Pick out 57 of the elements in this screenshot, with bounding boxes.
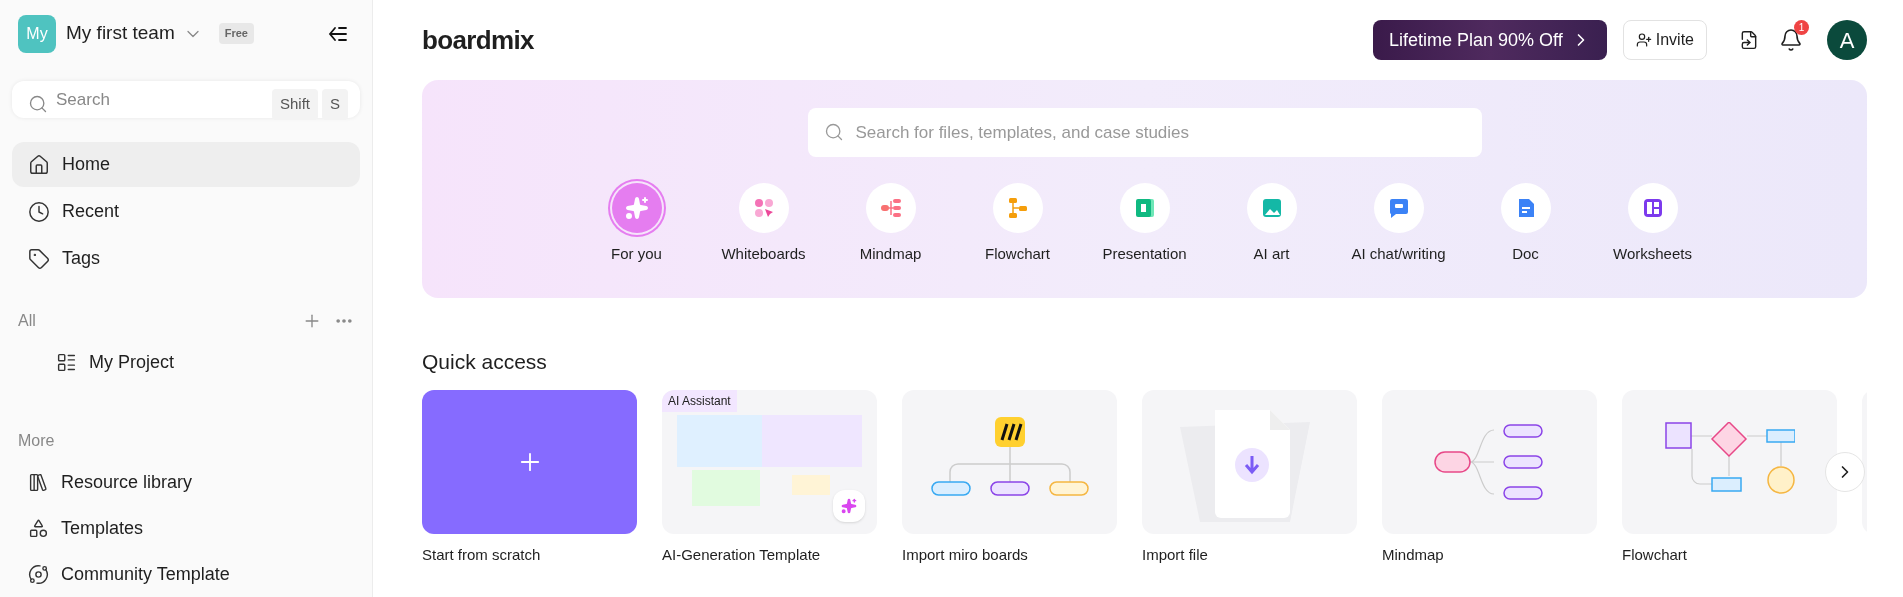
card-title: Import file xyxy=(1142,544,1209,565)
nav-item[interactable]: Recent xyxy=(12,189,360,234)
category-tab[interactable]: Worksheets xyxy=(1589,183,1716,266)
template-card[interactable] xyxy=(902,389,1117,534)
plan-badge: Free xyxy=(218,23,254,44)
card-title: Start from scratch xyxy=(422,544,542,565)
shortcut-key: S xyxy=(322,89,348,120)
notification-badge: 1 xyxy=(1794,20,1809,35)
mindmap-icon xyxy=(878,196,903,220)
shared-file-icon[interactable] xyxy=(1739,30,1759,50)
nav-item[interactable]: Home xyxy=(12,142,360,187)
search-icon xyxy=(28,94,48,115)
ai-assistant-badge: AI Assistant xyxy=(662,389,737,412)
team-avatar: My xyxy=(18,14,56,53)
shortcut-key: Shift xyxy=(271,89,318,120)
category-tab[interactable]: Mindmap xyxy=(827,183,954,266)
library-icon xyxy=(28,471,49,493)
tag-icon xyxy=(28,247,50,270)
category-tab[interactable]: Flowchart xyxy=(954,183,1081,266)
template-card[interactable] xyxy=(1382,389,1597,534)
section-title: Quick access xyxy=(422,349,548,375)
category-tab[interactable]: AI art xyxy=(1208,183,1335,266)
sidebar-item[interactable]: Community Template xyxy=(12,551,360,597)
search-icon xyxy=(823,122,844,142)
category-tab[interactable]: Presentation xyxy=(1081,183,1208,266)
section-label: All xyxy=(18,311,36,331)
sparkle-button[interactable] xyxy=(833,489,865,522)
user-plus-icon xyxy=(1635,32,1652,48)
sidebar-item[interactable]: Resource library xyxy=(12,459,360,505)
sparkle-icon xyxy=(624,196,649,220)
section-label: More xyxy=(18,431,55,451)
list-icon xyxy=(56,351,77,373)
home-icon xyxy=(28,153,50,176)
shapes-icon xyxy=(28,517,49,539)
template-card[interactable]: AI Assistant xyxy=(662,389,877,534)
sidebar-item[interactable]: Templates xyxy=(12,505,360,551)
clock-icon xyxy=(28,200,50,223)
promo-button[interactable]: Lifetime Plan 90% Off xyxy=(1373,20,1607,60)
template-search-field[interactable]: Search for files, templates, and case studies xyxy=(807,108,1482,157)
team-switcher[interactable]: My first team xyxy=(66,19,203,48)
planet-icon xyxy=(28,563,49,585)
category-tab[interactable]: AI chat/writing xyxy=(1335,183,1462,266)
logo[interactable]: boardmix xyxy=(422,20,534,60)
sidebar-item[interactable]: My Project xyxy=(12,339,360,385)
template-card[interactable] xyxy=(1142,389,1357,534)
card-title: Flowchart xyxy=(1622,544,1689,565)
invite-button[interactable]: Invite xyxy=(1622,20,1707,60)
category-tab[interactable]: For you xyxy=(573,183,700,266)
user-avatar[interactable]: A xyxy=(1827,20,1867,60)
category-tab[interactable]: Doc xyxy=(1462,183,1589,266)
card-title: Import miro boards xyxy=(902,544,1029,565)
category-tab[interactable]: Whiteboards xyxy=(700,183,827,266)
card-title: AI-Generation Template xyxy=(662,544,822,565)
card-title: Mindmap xyxy=(1382,544,1445,565)
sparkle-icon xyxy=(841,497,857,514)
template-card[interactable] xyxy=(1622,389,1837,534)
nav-item[interactable]: Tags xyxy=(12,236,360,281)
